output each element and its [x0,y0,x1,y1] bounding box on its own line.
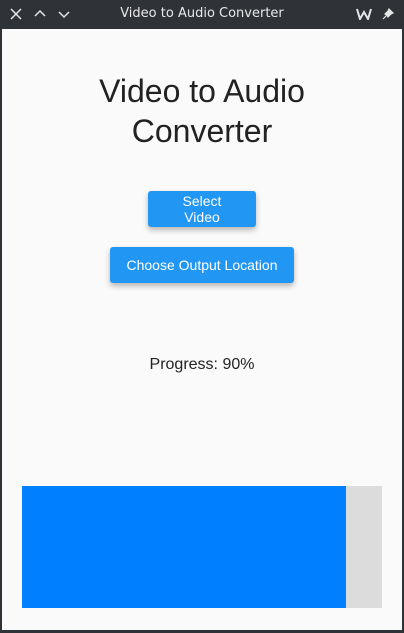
progress-label: Progress: 90% [149,356,255,373]
title-bar[interactable]: Video to Audio Converter [0,0,404,28]
close-icon[interactable] [6,4,26,24]
page-title: Video to Audio Converter [99,73,305,149]
choose-output-location-button[interactable]: Choose Output Location [110,247,294,283]
progress-bar [22,486,382,608]
select-video-button[interactable]: Select Video [148,191,256,227]
app-logo-icon[interactable] [354,4,374,24]
pin-icon[interactable] [378,4,398,24]
chevron-up-icon[interactable] [30,4,50,24]
app-window: Video to Audio Converter Video to Audio C… [0,0,404,633]
chevron-down-icon[interactable] [54,4,74,24]
app-content: Video to Audio Converter Select Video Cho… [2,29,402,630]
progress-bar-fill [22,486,346,608]
